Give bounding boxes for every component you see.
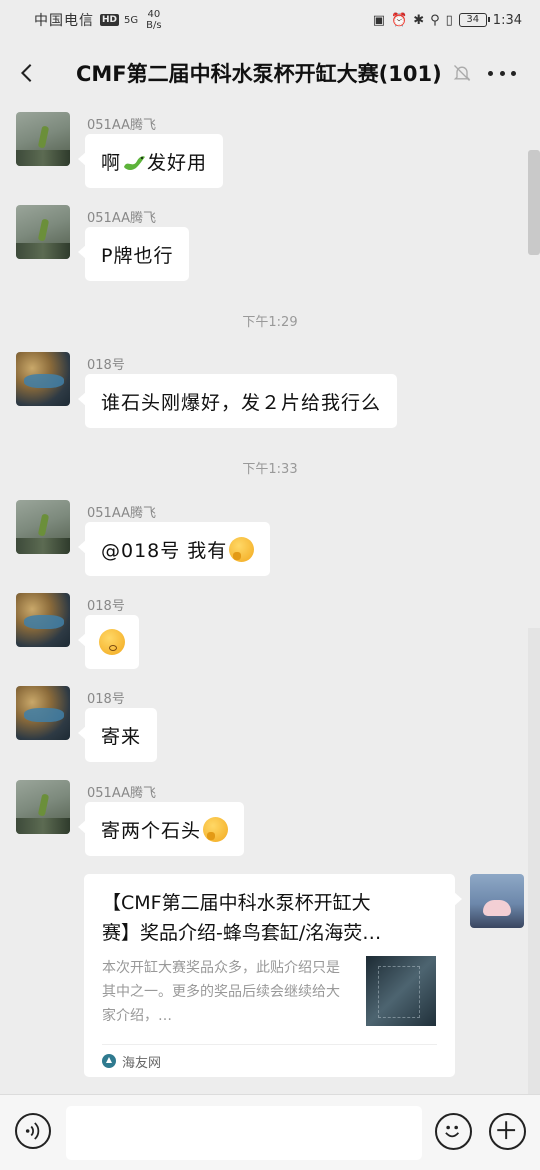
dragon-emoji-icon — [124, 156, 146, 170]
location-icon: ⚲ — [430, 12, 440, 28]
status-bar: 中国电信 HD 5G 40 B/s ▣ ⏰ ✱ ⚲ ▯ 34 1:34 — [0, 0, 540, 40]
message-bubble[interactable]: P牌也行 — [77, 227, 190, 281]
thinking-emoji-icon — [203, 816, 229, 842]
chat-title: CMF第二届中科水泵杯开缸大赛(101) — [76, 62, 442, 86]
sender-name: 018号 — [87, 599, 125, 614]
nfc-icon: ▣ — [372, 12, 386, 28]
back-button[interactable] — [0, 40, 54, 106]
back-icon — [20, 64, 32, 82]
thinking-emoji-icon — [229, 536, 255, 562]
link-card-source: 海友网 — [122, 1055, 162, 1071]
more-button[interactable] — [488, 63, 516, 83]
my-avatar[interactable] — [470, 874, 524, 928]
avatar[interactable] — [16, 686, 70, 740]
sender-name: 051AA腾飞 — [87, 506, 156, 521]
sender-name: 018号 — [87, 692, 125, 707]
sender-name: 051AA腾飞 — [87, 118, 156, 133]
link-card-thumbnail — [366, 956, 436, 1026]
sender-name: 051AA腾飞 — [87, 786, 156, 801]
scrollbar-thumb[interactable] — [528, 150, 540, 255]
link-card-title-line2: 赛】奖品介绍-蜂鸟套缸/洺海荧… — [102, 922, 382, 944]
carrier-label: 中国电信 — [34, 13, 94, 29]
message-bubble[interactable]: 寄两个石头 — [77, 802, 245, 856]
link-card-footer: 海友网 — [102, 1044, 437, 1077]
link-card[interactable]: 【CMF第二届中科水泵杯开缸大 赛】奖品介绍-蜂鸟套缸/洺海荧… 本次开缸大赛奖… — [84, 874, 462, 1077]
message-text: P牌也行 — [101, 244, 174, 267]
speed-value: 40 — [147, 9, 161, 20]
chat-header: CMF第二届中科水泵杯开缸大赛(101) — [0, 40, 540, 106]
plus-button[interactable] — [489, 1113, 526, 1150]
signal-label: 5G — [124, 14, 139, 26]
scrollbar-track — [528, 628, 540, 1094]
message-bubble[interactable]: 寄来 — [77, 708, 158, 762]
avatar[interactable] — [16, 352, 70, 406]
link-card-description: 本次开缸大赛奖品众多，此贴介绍只是其中之一。更多的奖品后续会继续给大家介绍，… — [102, 960, 340, 1024]
source-logo-icon — [102, 1054, 116, 1068]
speed-unit: B/s — [146, 20, 162, 31]
avatar[interactable] — [16, 500, 70, 554]
emoji-icon — [445, 1125, 460, 1138]
message-input[interactable] — [66, 1106, 422, 1160]
avatar[interactable] — [16, 205, 70, 259]
message-text: 发好用 — [147, 151, 208, 174]
message-text: 谁石头刚爆好，发２片给我行么 — [101, 391, 382, 414]
kissing-emoji-icon — [99, 629, 125, 655]
timestamp: 下午1:33 — [242, 462, 298, 477]
sender-name: 051AA腾飞 — [87, 211, 156, 226]
more-icon — [488, 70, 493, 76]
link-card-body: 本次开缸大赛奖品众多，此贴介绍只是其中之一。更多的奖品后续会继续给大家介绍，… — [102, 956, 437, 1028]
message-text: 寄两个石头 — [101, 819, 202, 842]
message-text: 寄来 — [101, 725, 142, 748]
hd-badge: HD — [100, 14, 120, 26]
bluetooth-icon: ✱ — [413, 12, 425, 28]
battery-icon: 34 — [458, 13, 490, 27]
mute-icon — [453, 65, 470, 81]
network-speed: 40 B/s — [146, 9, 161, 31]
message-bubble[interactable] — [78, 615, 139, 669]
avatar[interactable] — [16, 112, 70, 166]
status-right: ▣ ⏰ ✱ ⚲ ▯ 34 1:34 — [373, 13, 522, 28]
message-bubble[interactable]: 谁石头刚爆好，发２片给我行么 — [77, 374, 398, 428]
alarm-icon: ⏰ — [391, 12, 408, 28]
link-card-title: 【CMF第二届中科水泵杯开缸大 赛】奖品介绍-蜂鸟套缸/洺海荧… — [102, 888, 437, 948]
message-text: @018号 我有 — [101, 539, 228, 562]
voice-button[interactable] — [15, 1113, 51, 1149]
link-card-title-line1: 【CMF第二届中科水泵杯开缸大 — [102, 892, 371, 914]
input-bar — [0, 1094, 540, 1170]
message-bubble[interactable]: @018号 我有 — [77, 522, 271, 576]
timestamp: 下午1:29 — [242, 315, 298, 330]
plus-icon — [497, 1121, 516, 1140]
avatar[interactable] — [16, 780, 70, 834]
clock: 1:34 — [492, 12, 522, 28]
vibrate-icon: ▯ — [445, 12, 453, 28]
avatar[interactable] — [16, 593, 70, 647]
emoji-button[interactable] — [435, 1113, 472, 1150]
voice-icon — [25, 1122, 40, 1140]
message-text: 啊 — [101, 151, 122, 174]
message-bubble[interactable]: 啊 发好用 — [77, 134, 224, 188]
sender-name: 018号 — [87, 358, 125, 373]
